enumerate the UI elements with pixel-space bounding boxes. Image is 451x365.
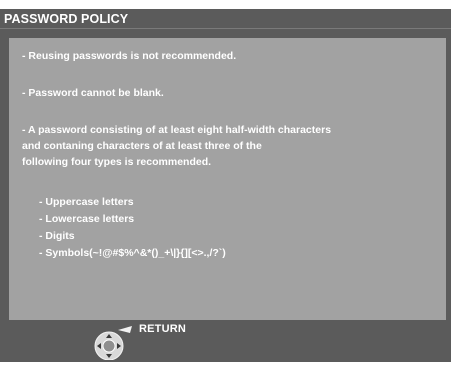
- return-label: RETURN: [139, 323, 187, 335]
- directional-pad-icon: [88, 326, 134, 361]
- password-policy-dialog: PASSWORD POLICY - Reusing passwords is n…: [0, 9, 451, 362]
- policy-line-blank: - Password cannot be blank.: [22, 87, 164, 99]
- dialog-title-bar: PASSWORD POLICY: [0, 9, 451, 29]
- policy-line-recommended: following four types is recommended.: [22, 156, 212, 168]
- policy-item-symbols: - Symbols(~!@#$%^&*()_+\|}{][<>.,/?`): [39, 247, 226, 259]
- dialog-footer: RETURN: [0, 320, 451, 362]
- policy-item-lowercase: - Lowercase letters: [39, 213, 135, 225]
- policy-item-uppercase: - Uppercase letters: [39, 196, 134, 208]
- policy-line-length: - A password consisting of at least eigh…: [22, 124, 332, 136]
- dialog-title: PASSWORD POLICY: [4, 12, 129, 26]
- policy-item-digits: - Digits: [39, 230, 75, 242]
- policy-panel: - Reusing passwords is not recommended. …: [9, 38, 446, 320]
- policy-line-types: and contaning characters of at least thr…: [22, 140, 262, 152]
- policy-line-reuse: - Reusing passwords is not recommended.: [22, 50, 237, 62]
